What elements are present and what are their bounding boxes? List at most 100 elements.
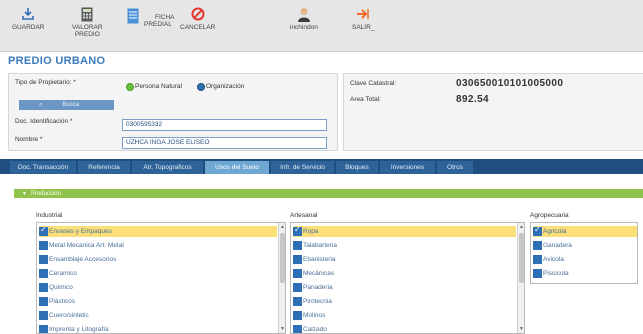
industrial-list[interactable]: Envases y Empaques Metal Mecanica Art. M… <box>36 222 286 334</box>
document-icon <box>125 8 141 24</box>
doc-identificacion-input[interactable]: 0300595332 <box>122 119 327 131</box>
checkbox-icon[interactable] <box>39 255 48 264</box>
produccion-section-header[interactable]: ▼ Produccion <box>14 189 643 198</box>
cancelar-button[interactable]: CANCELAR <box>180 6 215 31</box>
clave-catastral-label: Clave Catastral: <box>350 80 397 87</box>
list-item[interactable]: Ceramico <box>39 268 77 279</box>
list-item[interactable]: Agricola <box>533 225 637 237</box>
produccion-section-label: Produccion <box>30 190 61 197</box>
checkbox-icon[interactable] <box>39 283 48 292</box>
checkbox-checked-icon[interactable] <box>293 225 302 236</box>
tab-atr-topograficos[interactable]: Atr. Topograficos <box>132 161 204 174</box>
checkbox-icon[interactable] <box>293 283 302 292</box>
checkbox-icon[interactable] <box>39 311 48 320</box>
list-item-label: Calzado <box>303 326 327 333</box>
clave-catastral-value: 030650010101005000 <box>456 78 564 89</box>
list-item[interactable]: Mecánicas <box>293 268 334 279</box>
agropecuaria-column-title: Agropecuaria <box>530 212 569 219</box>
list-item-label: Ganadera <box>543 242 572 249</box>
search-button[interactable]: ⌕ Busca <box>19 100 114 110</box>
guardar-label: GUARDAR <box>12 24 45 31</box>
list-item-label: Ceramico <box>49 270 77 277</box>
page-title: PREDIO URBANO <box>8 55 106 67</box>
checkbox-icon[interactable] <box>39 325 48 333</box>
agropecuaria-list[interactable]: Agricola Ganadera Avicola Piscicola <box>530 222 638 284</box>
list-item[interactable]: Calzado <box>293 324 327 333</box>
checkbox-icon[interactable] <box>39 269 48 278</box>
list-item[interactable]: Pirotecnia <box>293 296 332 307</box>
collapse-arrow-icon: ▼ <box>22 190 27 197</box>
list-item[interactable]: Envases y Empaques <box>39 225 277 237</box>
tab-referencia[interactable]: Referencia <box>78 161 131 174</box>
cancelar-label: CANCELAR <box>180 24 216 31</box>
list-item[interactable]: Piscicola <box>533 268 569 279</box>
list-item-label: Ensamblaje Accesorios <box>49 256 117 263</box>
checkbox-icon[interactable] <box>533 255 542 264</box>
scroll-down-icon[interactable]: ▼ <box>279 326 285 332</box>
list-item-label: Avicola <box>543 256 564 263</box>
industrial-column-title: Industrial <box>36 212 63 219</box>
checkbox-checked-icon[interactable] <box>533 225 542 236</box>
checkbox-icon[interactable] <box>533 269 542 278</box>
checkbox-icon[interactable] <box>39 297 48 306</box>
nombre-label: Nombre * <box>15 136 43 143</box>
checkbox-icon[interactable] <box>533 241 542 250</box>
list-item[interactable]: Cuero/sintetic <box>39 310 89 321</box>
tab-otros[interactable]: Otros <box>437 161 474 174</box>
valorar-predio-button[interactable]: VALORAR PREDIO <box>72 6 103 38</box>
radio-persona-natural-label: Persona Natural <box>135 83 182 90</box>
list-item[interactable]: Molinos <box>293 310 325 321</box>
list-item[interactable]: Ganadera <box>533 240 572 251</box>
list-item-label: Ropa <box>303 228 319 235</box>
list-item-label: Metal Mecanica Art. Metal <box>49 242 124 249</box>
list-item[interactable]: Imprenta y Litografía <box>39 324 109 333</box>
tab-infr-de-servicio[interactable]: Infr. de Servicio <box>271 161 335 174</box>
list-item[interactable]: Panaderia <box>293 282 333 293</box>
checkbox-icon[interactable] <box>293 269 302 278</box>
checkbox-icon[interactable] <box>293 255 302 264</box>
list-item-label: Cuero/sintetic <box>49 312 89 319</box>
artesanal-list[interactable]: Ropa Talabarteria Ebanisteria Mecánicas … <box>290 222 525 334</box>
scroll-thumb[interactable] <box>519 233 524 283</box>
tab-bloques[interactable]: Bloques <box>336 161 379 174</box>
calculator-icon <box>79 6 95 22</box>
list-item[interactable]: Metal Mecanica Art. Metal <box>39 240 124 251</box>
list-item-label: Panaderia <box>303 284 333 291</box>
list-item-label: Envases y Empaques <box>49 228 112 235</box>
checkbox-icon[interactable] <box>39 241 48 250</box>
list-item[interactable]: Quimico <box>39 282 73 293</box>
salir-label: SALIR_ <box>352 24 375 31</box>
checkbox-icon[interactable] <box>293 325 302 333</box>
list-item[interactable]: Plásticos <box>39 296 75 307</box>
checkbox-icon[interactable] <box>293 241 302 250</box>
list-item[interactable]: Talabarteria <box>293 240 337 251</box>
checkbox-icon[interactable] <box>293 311 302 320</box>
scroll-thumb[interactable] <box>280 233 285 283</box>
radio-persona-natural[interactable] <box>126 83 134 91</box>
radio-organizacion[interactable] <box>197 83 205 91</box>
tab-usos-del-suelo[interactable]: Usos del Suelo <box>205 161 270 174</box>
scroll-up-icon[interactable]: ▲ <box>279 224 285 230</box>
tab-inversiones[interactable]: Inversiones <box>380 161 436 174</box>
list-item[interactable]: Ebanisteria <box>293 254 336 265</box>
list-item[interactable]: Ropa <box>293 225 516 237</box>
checkbox-checked-icon[interactable] <box>39 225 48 236</box>
tab-bar: Doc. Transacción Referencia Atr. Topogra… <box>0 159 643 174</box>
list-item-label: Plásticos <box>49 298 76 305</box>
industrial-scrollbar[interactable]: ▲ ▼ <box>278 223 285 333</box>
salir-button[interactable]: SALIR_ <box>352 6 374 31</box>
list-item[interactable]: Avicola <box>533 254 564 265</box>
checkbox-icon[interactable] <box>293 297 302 306</box>
tab-doc-transaccion[interactable]: Doc. Transacción <box>10 161 77 174</box>
cancel-icon <box>190 6 206 22</box>
user-menu[interactable]: inchindon <box>290 6 318 31</box>
guardar-button[interactable]: GUARDAR <box>12 6 45 31</box>
ficha-predial-button[interactable]: FICHA PREDIAL <box>125 8 175 28</box>
artesanal-scrollbar[interactable]: ▲ ▼ <box>517 223 524 333</box>
cadastral-info: Clave Catastral: 030650010101005000 Area… <box>343 73 643 151</box>
scroll-up-icon[interactable]: ▲ <box>518 224 524 230</box>
nombre-input[interactable]: UZHCA INGA JOSE ELISEO <box>122 137 327 149</box>
scroll-down-icon[interactable]: ▼ <box>518 326 524 332</box>
valorar-label-1: VALORAR <box>72 24 103 31</box>
list-item[interactable]: Ensamblaje Accesorios <box>39 254 116 265</box>
